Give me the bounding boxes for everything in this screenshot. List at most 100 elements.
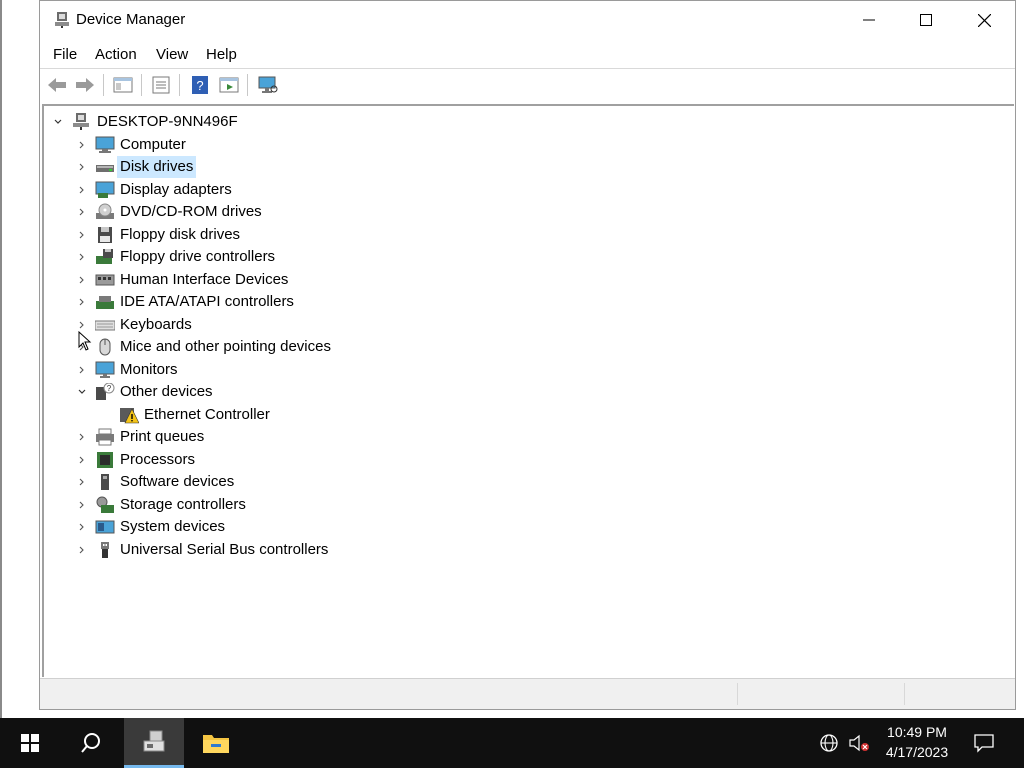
tree-item-label: Floppy disk drives (120, 225, 241, 243)
device-tree[interactable]: DESKTOP-9NN496F Computer Disk drives Displ… (42, 104, 1014, 677)
maximize-icon (920, 14, 932, 26)
forward-button[interactable] (74, 74, 96, 96)
tree-category-item[interactable]: Floppy drive controllers (44, 246, 644, 268)
device-manager-taskbar-icon (143, 730, 165, 751)
processor-icon (97, 451, 113, 468)
tree-root[interactable]: DESKTOP-9NN496F (44, 111, 644, 133)
tree-category-item[interactable]: Disk drives (44, 156, 644, 178)
menu-view[interactable]: View (156, 46, 188, 63)
storage-controller-icon (96, 496, 114, 513)
monitor-icon (95, 361, 115, 378)
clock[interactable]: 10:49 PM 4/17/2023 (872, 722, 962, 762)
svg-text:?: ? (196, 78, 203, 93)
windows-start-icon (21, 734, 39, 752)
toolbar-separator (103, 74, 104, 96)
tree-category-item[interactable]: System devices (44, 516, 644, 538)
tree-category-item[interactable]: ? Other devices (44, 381, 644, 403)
menu-action[interactable]: Action (95, 46, 137, 63)
toolbar-separator (179, 74, 180, 96)
forward-icon (76, 78, 94, 92)
help-button[interactable]: ? (189, 74, 211, 96)
search-icon (81, 733, 100, 753)
network-tray-button[interactable] (815, 718, 843, 768)
chevron-right-icon[interactable] (76, 499, 88, 511)
disk-drive-icon (96, 165, 114, 172)
chevron-right-icon[interactable] (76, 184, 88, 196)
close-button[interactable] (955, 1, 1013, 39)
back-button[interactable] (46, 74, 68, 96)
tree-category-item[interactable]: Processors (44, 449, 644, 471)
tree-item-label: Print queues (120, 428, 205, 445)
chevron-right-icon[interactable] (76, 206, 88, 218)
tree-item-label: Universal Serial Bus controllers (120, 540, 329, 558)
chevron-down-icon[interactable] (52, 116, 64, 128)
tree-category-item[interactable]: Display adapters (44, 179, 644, 201)
tree-item-label: Display adapters (120, 180, 232, 198)
show-hide-tree-button[interactable] (112, 74, 134, 96)
chevron-right-icon[interactable] (76, 319, 88, 331)
search-button[interactable] (62, 718, 120, 768)
floppy-controller-icon (96, 249, 113, 264)
menu-bar: File Action View Help (40, 41, 1015, 68)
floppy-icon (98, 226, 112, 243)
minimize-icon (863, 19, 875, 21)
chevron-right-icon[interactable] (76, 139, 88, 151)
properties-button[interactable] (150, 74, 172, 96)
tree-category-item[interactable]: Computer (44, 134, 644, 156)
status-bar-divider (904, 683, 905, 705)
start-button[interactable] (0, 718, 60, 768)
device-manager-app-icon (53, 11, 71, 29)
keyboard-icon (95, 320, 115, 330)
minimize-button[interactable] (840, 1, 898, 39)
tree-category-item[interactable]: Storage controllers (44, 494, 644, 516)
tree-category-item[interactable]: Floppy disk drives (44, 224, 644, 246)
clock-date: 4/17/2023 (885, 744, 949, 760)
chevron-right-icon[interactable] (76, 251, 88, 263)
tree-category-item[interactable]: Universal Serial Bus controllers (44, 539, 644, 561)
chevron-right-icon[interactable] (76, 476, 88, 488)
tree-item-label: Computer (120, 135, 186, 153)
tree-category-item[interactable]: Monitors (44, 359, 644, 381)
title-bar[interactable]: Device Manager (40, 1, 1015, 39)
tree-category-item[interactable]: IDE ATA/ATAPI controllers (44, 291, 644, 313)
tree-category-item[interactable]: Software devices (44, 471, 644, 493)
help-icon: ? (192, 76, 208, 94)
tree-category-item[interactable]: Mice and other pointing devices (44, 336, 644, 358)
menu-file[interactable]: File (53, 46, 77, 63)
tree-category-item[interactable]: Human Interface Devices (44, 269, 644, 291)
taskbar-device-manager[interactable] (124, 718, 184, 768)
printer-icon (96, 428, 114, 446)
computer-root-icon (73, 113, 89, 130)
action-center-button[interactable] (966, 718, 1002, 768)
tree-category-item[interactable]: Keyboards (44, 314, 644, 336)
maximize-button[interactable] (897, 1, 955, 39)
device-manager-window: Device Manager File Action View Help ? D… (39, 0, 1016, 710)
chevron-right-icon[interactable] (76, 521, 88, 533)
tree-item-label: Ethernet Controller (144, 405, 270, 423)
taskbar-file-explorer[interactable] (186, 718, 246, 768)
chevron-right-icon[interactable] (76, 274, 88, 286)
chevron-right-icon[interactable] (76, 296, 88, 308)
tree-root-label: DESKTOP-9NN496F (97, 113, 238, 130)
chevron-right-icon[interactable] (76, 544, 88, 556)
tree-item-label: Keyboards (120, 315, 192, 333)
chevron-right-icon[interactable] (76, 454, 88, 466)
tree-item-label: IDE ATA/ATAPI controllers (120, 293, 294, 310)
scan-hardware-button[interactable] (257, 74, 279, 96)
chevron-right-icon[interactable] (76, 364, 88, 376)
menu-help[interactable]: Help (206, 46, 237, 63)
show-hide-tree-icon (113, 77, 133, 93)
tree-child-item[interactable]: Ethernet Controller (44, 404, 644, 426)
tree-category-item[interactable]: Print queues (44, 426, 644, 448)
tree-category-item[interactable]: DVD/CD-ROM drives (44, 201, 644, 223)
chevron-down-icon[interactable] (76, 386, 88, 398)
volume-tray-button[interactable] (845, 718, 873, 768)
chevron-right-icon[interactable] (76, 161, 88, 173)
chevron-right-icon[interactable] (76, 431, 88, 443)
tree-item-label: Software devices (120, 473, 235, 490)
globe-icon (820, 734, 838, 752)
run-button[interactable] (218, 74, 240, 96)
chevron-right-icon[interactable] (76, 229, 88, 241)
computer-icon (95, 136, 115, 153)
tree-item-label: DVD/CD-ROM drives (120, 203, 262, 220)
